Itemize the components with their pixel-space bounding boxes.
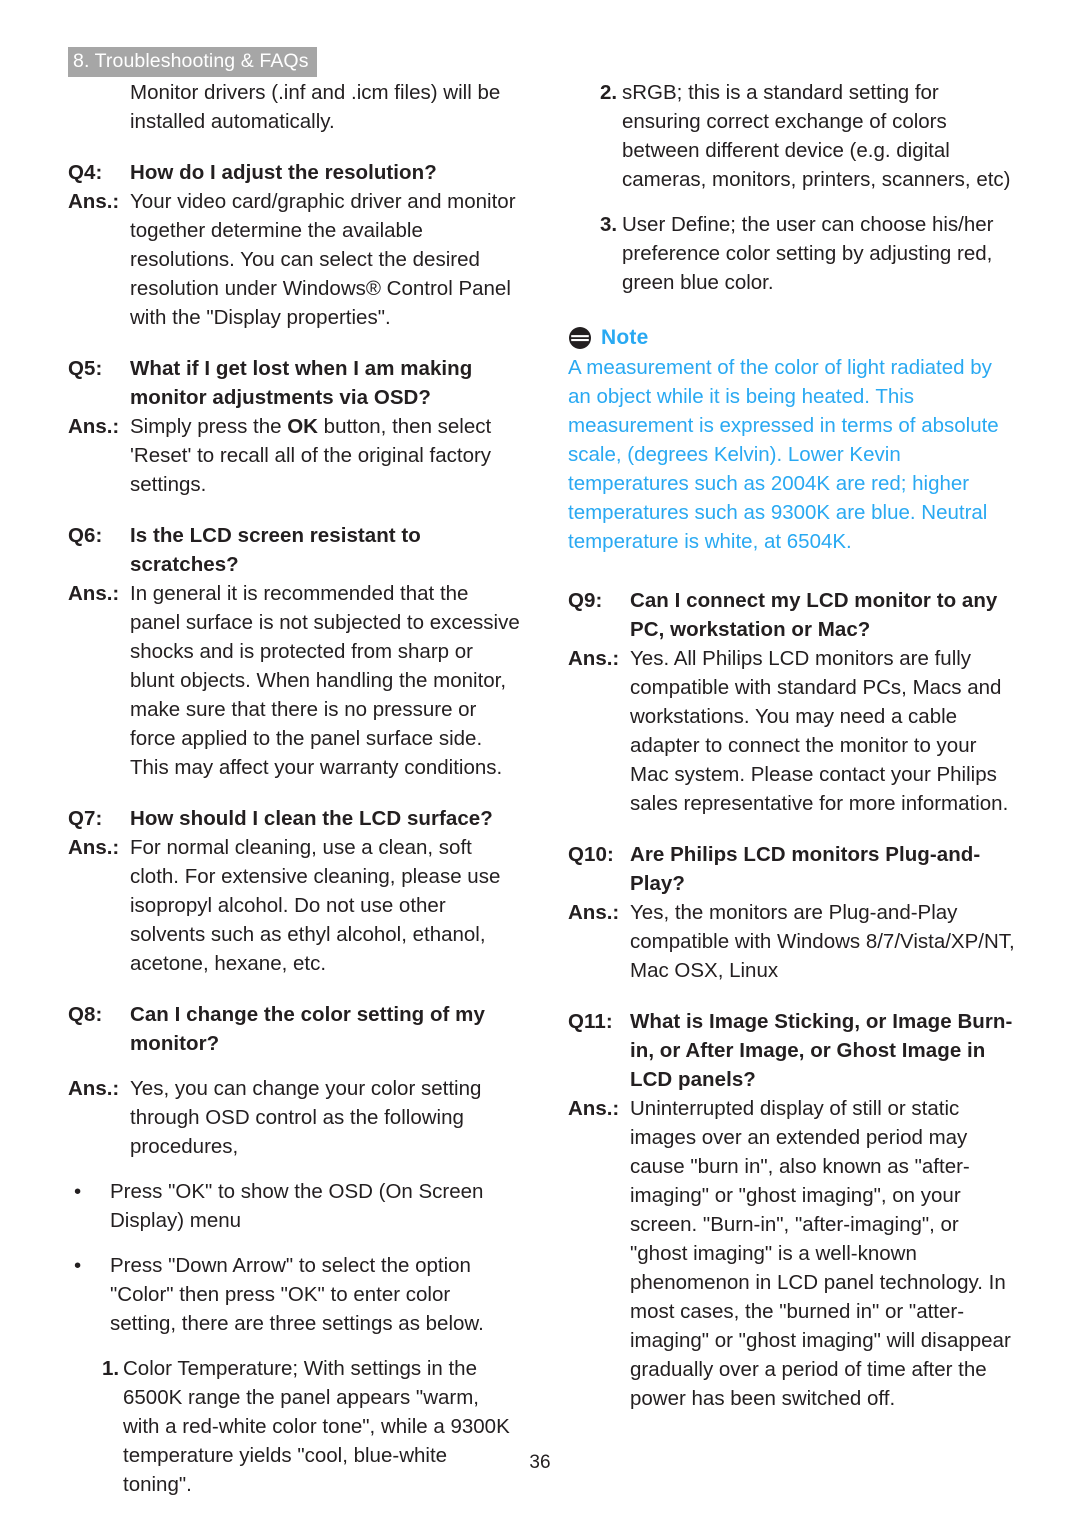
number-marker: 1. — [102, 1357, 120, 1380]
question-row: Q6: Is the LCD screen resistant to scrat… — [68, 521, 520, 579]
left-column: Monitor drivers (.inf and .icm files) wi… — [68, 78, 520, 1499]
numbered-text: User Define; the user can choose his/her… — [622, 213, 994, 294]
answer-row: Ans.: In general it is recommended that … — [68, 579, 520, 782]
bullet-text: Press "OK" to show the OSD (On Screen Di… — [110, 1180, 484, 1232]
question-text: What if I get lost when I am making moni… — [130, 357, 473, 409]
page-number: 36 — [529, 1452, 551, 1473]
note-callout: Note A measurement of the color of light… — [568, 325, 1020, 556]
question-row: Q10: Are Philips LCD monitors Plug-and-P… — [568, 840, 1020, 898]
answer-text: Your video card/graphic driver and monit… — [130, 190, 516, 329]
note-header: Note — [568, 325, 1020, 351]
answer-text: Uninterrupted display of still or static… — [630, 1097, 1011, 1410]
numbered-text: Color Temperature; With settings in the … — [123, 1357, 510, 1496]
question-text: Can I connect my LCD monitor to any PC, … — [630, 589, 998, 641]
question-label: Q4: — [68, 161, 103, 184]
numbered-text: sRGB; this is a standard setting for ens… — [622, 81, 1011, 191]
qa-block-q6: Q6: Is the LCD screen resistant to scrat… — [68, 521, 520, 782]
document-page: 8. Troubleshooting & FAQs Monitor driver… — [0, 0, 1080, 1532]
answer-row: Ans.: Simply press the OK button, then s… — [68, 412, 520, 499]
question-label: Q7: — [68, 807, 103, 830]
list-item: 2. sRGB; this is a standard setting for … — [568, 78, 1020, 194]
question-label: Q6: — [68, 524, 103, 547]
answer-label: Ans.: — [68, 190, 120, 213]
qa-block-q10: Q10: Are Philips LCD monitors Plug-and-P… — [568, 840, 1020, 985]
list-item: 1. Color Temperature; With settings in t… — [68, 1354, 520, 1499]
continuation-text: Monitor drivers (.inf and .icm files) wi… — [130, 81, 501, 133]
question-label: Q10: — [568, 843, 614, 866]
question-row: Q9: Can I connect my LCD monitor to any … — [568, 586, 1020, 644]
right-column: 2. sRGB; this is a standard setting for … — [568, 78, 1020, 1413]
answer-label: Ans.: — [568, 901, 620, 924]
qa-block-q4: Q4: How do I adjust the resolution? Ans.… — [68, 158, 520, 332]
question-row: Q5: What if I get lost when I am making … — [68, 354, 520, 412]
answer-label: Ans.: — [568, 647, 620, 670]
question-text: What is Image Sticking, or Image Burn-in… — [630, 1010, 1013, 1091]
qa-block-q9: Q9: Can I connect my LCD monitor to any … — [568, 586, 1020, 818]
section-header-badge: 8. Troubleshooting & FAQs — [68, 47, 317, 77]
question-label: Q9: — [568, 589, 603, 612]
question-label: Q5: — [68, 357, 103, 380]
bullet-marker-icon: • — [74, 1180, 82, 1203]
answer-text: In general it is recommended that the pa… — [130, 582, 520, 779]
qa-block-q11: Q11: What is Image Sticking, or Image Bu… — [568, 1007, 1020, 1413]
qa-block-q7: Q7: How should I clean the LCD surface? … — [68, 804, 520, 978]
question-row: Q11: What is Image Sticking, or Image Bu… — [568, 1007, 1020, 1094]
answer-row: Ans.: Your video card/graphic driver and… — [68, 187, 520, 332]
question-text: How should I clean the LCD surface? — [130, 807, 493, 830]
qa-block-q5: Q5: What if I get lost when I am making … — [68, 354, 520, 499]
number-marker: 3. — [600, 213, 618, 236]
answer-row: Ans.: Yes, the monitors are Plug-and-Pla… — [568, 898, 1020, 985]
answer-text: For normal cleaning, use a clean, soft c… — [130, 836, 501, 975]
answer-label: Ans.: — [68, 836, 120, 859]
list-item: • Press "OK" to show the OSD (On Screen … — [68, 1177, 520, 1235]
question-text: Are Philips LCD monitors Plug-and-Play? — [630, 843, 981, 895]
numbered-list-continued: 2. sRGB; this is a standard setting for … — [568, 78, 1020, 297]
note-circle-icon — [569, 327, 591, 349]
question-row: Q4: How do I adjust the resolution? — [68, 158, 520, 187]
answer-text: Yes, the monitors are Plug-and-Play comp… — [630, 901, 1015, 982]
note-title: Note — [601, 326, 649, 349]
question-label: Q8: — [68, 1003, 103, 1026]
answer-label: Ans.: — [568, 1097, 620, 1120]
note-body-text: A measurement of the color of light radi… — [568, 356, 999, 553]
bullet-marker-icon: • — [74, 1254, 82, 1277]
number-marker: 2. — [600, 81, 618, 104]
question-text: Can I change the color setting of my mon… — [130, 1003, 485, 1055]
question-text: How do I adjust the resolution? — [130, 161, 437, 184]
answer-row: Ans.: Yes, you can change your color set… — [68, 1074, 520, 1161]
question-row: Q8: Can I change the color setting of my… — [68, 1000, 520, 1058]
answer-row: Ans.: Uninterrupted display of still or … — [568, 1094, 1020, 1413]
answer-text: Simply press the OK button, then select … — [130, 415, 492, 496]
answer-text: Yes, you can change your color setting t… — [130, 1077, 482, 1158]
continuation-paragraph: Monitor drivers (.inf and .icm files) wi… — [68, 78, 520, 136]
answer-text: Yes. All Philips LCD monitors are fully … — [630, 647, 1009, 815]
question-label: Q11: — [568, 1010, 613, 1033]
question-row: Q7: How should I clean the LCD surface? — [68, 804, 520, 833]
question-text: Is the LCD screen resistant to scratches… — [130, 524, 421, 576]
answer-label: Ans.: — [68, 415, 120, 438]
answer-label: Ans.: — [68, 1077, 120, 1100]
list-item: • Press "Down Arrow" to select the optio… — [68, 1251, 520, 1338]
qa-block-q8: Q8: Can I change the color setting of my… — [68, 1000, 520, 1499]
answer-label: Ans.: — [68, 582, 120, 605]
answer-row: Ans.: Yes. All Philips LCD monitors are … — [568, 644, 1020, 818]
bullet-text: Press "Down Arrow" to select the option … — [110, 1254, 484, 1335]
answer-row: Ans.: For normal cleaning, use a clean, … — [68, 833, 520, 978]
list-item: 3. User Define; the user can choose his/… — [568, 210, 1020, 297]
